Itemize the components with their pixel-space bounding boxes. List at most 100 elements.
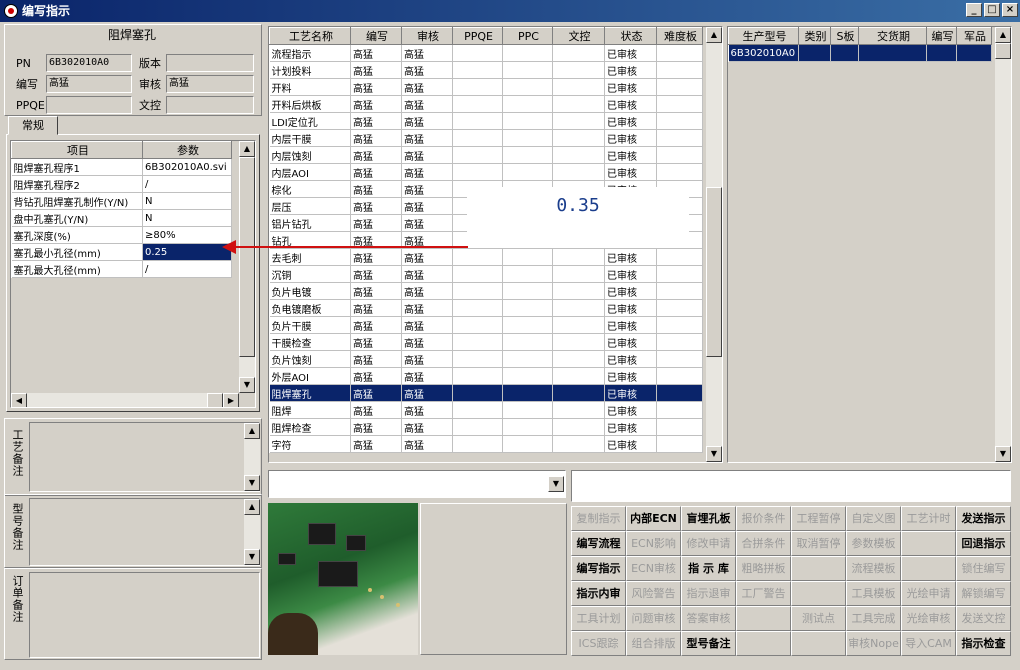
process-cell[interactable]: 负片蚀刻 [269, 350, 351, 368]
action-button[interactable]: 合拼条件 [736, 531, 791, 556]
process-cell[interactable]: 已审核 [604, 61, 657, 79]
process-cell[interactable]: 高猛 [401, 299, 453, 317]
param-value[interactable]: ≥80% [142, 226, 232, 244]
process-header-cell[interactable]: 状态 [604, 27, 657, 45]
param-row[interactable]: 盘中孔塞孔(Y/N) N [11, 209, 232, 227]
param-row[interactable]: 阻焊塞孔程序2/ [11, 175, 232, 193]
command-input[interactable] [571, 470, 1011, 502]
action-button[interactable]: 指示退审 [681, 581, 736, 606]
process-cell[interactable]: 高猛 [350, 367, 402, 385]
process-cell[interactable]: 层压 [269, 197, 351, 215]
process-cell[interactable]: 高猛 [401, 350, 453, 368]
process-cell[interactable]: 高猛 [401, 146, 453, 164]
process-cell[interactable] [502, 95, 553, 113]
process-cell[interactable]: 高猛 [350, 129, 402, 147]
process-cell[interactable]: 高猛 [350, 350, 402, 368]
process-row[interactable]: 开料后烘板 高猛 高猛 已审核 [269, 95, 703, 113]
pn-field[interactable]: 6B302010A0 [46, 54, 132, 72]
action-button[interactable]: 粗略拼板 [736, 556, 791, 581]
process-cell[interactable] [502, 78, 553, 96]
action-button[interactable]: 回退指示 [956, 531, 1011, 556]
process-cell[interactable]: 高猛 [401, 248, 453, 266]
process-cell[interactable] [656, 95, 703, 113]
process-cell[interactable]: 高猛 [401, 180, 453, 198]
action-button[interactable]: 指示内审 [571, 581, 626, 606]
order-cell[interactable] [926, 44, 957, 62]
process-cell[interactable]: 字符 [269, 435, 351, 453]
param-vscrollbar[interactable]: ▲ ▼ [239, 141, 255, 393]
order-header-cell[interactable]: S板 [830, 27, 859, 45]
process-cell[interactable] [452, 367, 503, 385]
process-cell[interactable]: 高猛 [350, 435, 402, 453]
process-cell[interactable] [552, 146, 605, 164]
process-cell[interactable] [502, 61, 553, 79]
process-cell[interactable]: 阻焊检查 [269, 418, 351, 436]
param-row[interactable]: 塞孔最大孔径(mm) / [11, 260, 232, 278]
action-button[interactable]: 指 示 库 [681, 556, 736, 581]
process-cell[interactable] [656, 435, 703, 453]
order-header-cell[interactable]: 编写 [926, 27, 957, 45]
param-value[interactable]: 0.25 [142, 243, 232, 261]
maximize-button[interactable]: □ [984, 3, 1000, 17]
process-cell[interactable] [656, 78, 703, 96]
action-button[interactable]: 风险警告 [626, 581, 681, 606]
process-cell[interactable]: 已审核 [604, 367, 657, 385]
process-row[interactable]: 阻焊 高猛 高猛 已审核 [269, 401, 703, 419]
process-cell[interactable] [656, 333, 703, 351]
process-cell[interactable]: 计划投料 [269, 61, 351, 79]
process-cell[interactable] [552, 316, 605, 334]
process-cell[interactable]: 已审核 [604, 299, 657, 317]
action-button[interactable]: ICS跟踪 [571, 631, 626, 656]
process-row[interactable]: 阻焊塞孔 高猛 高猛 已审核 [269, 384, 703, 402]
process-cell[interactable]: 高猛 [350, 214, 402, 232]
action-button[interactable] [901, 531, 956, 556]
process-cell[interactable] [502, 282, 553, 300]
param-row[interactable]: 阻焊塞孔程序1 6B302010A0.svi [11, 158, 232, 176]
process-cell[interactable]: 高猛 [350, 95, 402, 113]
process-cell[interactable]: 高猛 [401, 61, 453, 79]
process-cell[interactable] [552, 112, 605, 130]
process-cell[interactable]: 已审核 [604, 129, 657, 147]
process-cell[interactable] [656, 384, 703, 402]
process-cell[interactable] [452, 44, 503, 62]
action-button[interactable]: 发送指示 [956, 506, 1011, 531]
param-row[interactable]: 背钻孔阻焊塞孔制作(Y/N) N [11, 192, 232, 210]
process-cell[interactable]: 沉铜 [269, 265, 351, 283]
process-cell[interactable] [552, 248, 605, 266]
process-row[interactable]: 字符 高猛 高猛 已审核 [269, 435, 703, 453]
process-cell[interactable] [656, 367, 703, 385]
process-cell[interactable]: 已审核 [604, 95, 657, 113]
process-cell[interactable] [552, 95, 605, 113]
action-button[interactable]: 工艺计时 [901, 506, 956, 531]
action-button[interactable] [736, 631, 791, 656]
process-cell[interactable] [552, 418, 605, 436]
process-cell[interactable]: 高猛 [401, 401, 453, 419]
order-cell[interactable] [830, 44, 859, 62]
reviewer-field[interactable]: 高猛 [166, 75, 254, 93]
action-button[interactable]: 光绘审核 [901, 606, 956, 631]
process-cell[interactable]: 高猛 [350, 384, 402, 402]
action-button[interactable]: 导入CAM [901, 631, 956, 656]
process-cell[interactable]: 高猛 [350, 418, 402, 436]
action-button[interactable]: 型号备注 [681, 631, 736, 656]
action-button[interactable]: 内部ECN [626, 506, 681, 531]
process-header-cell[interactable]: 难度板 [656, 27, 703, 45]
process-row[interactable]: 干膜检查 高猛 高猛 已审核 [269, 333, 703, 351]
tab-general[interactable]: 常规 [8, 116, 58, 135]
process-cell[interactable]: 高猛 [401, 44, 453, 62]
process-cell[interactable] [452, 401, 503, 419]
process-cell[interactable] [502, 146, 553, 164]
process-cell[interactable]: 已审核 [604, 282, 657, 300]
process-cell[interactable]: 已审核 [604, 163, 657, 181]
action-button[interactable]: 复制指示 [571, 506, 626, 531]
process-cell[interactable]: 高猛 [401, 316, 453, 334]
param-hscrollbar[interactable]: ◀ ▶ [11, 393, 239, 407]
action-button[interactable] [791, 556, 846, 581]
process-cell[interactable]: 负片干膜 [269, 316, 351, 334]
scroll-up-icon[interactable]: ▲ [995, 27, 1011, 43]
scroll-down-icon[interactable]: ▼ [706, 446, 722, 462]
chevron-down-icon[interactable]: ▼ [548, 476, 564, 492]
process-cell[interactable]: 高猛 [401, 95, 453, 113]
action-button[interactable] [791, 631, 846, 656]
param-item[interactable]: 塞孔最小孔径(mm) [11, 243, 143, 261]
